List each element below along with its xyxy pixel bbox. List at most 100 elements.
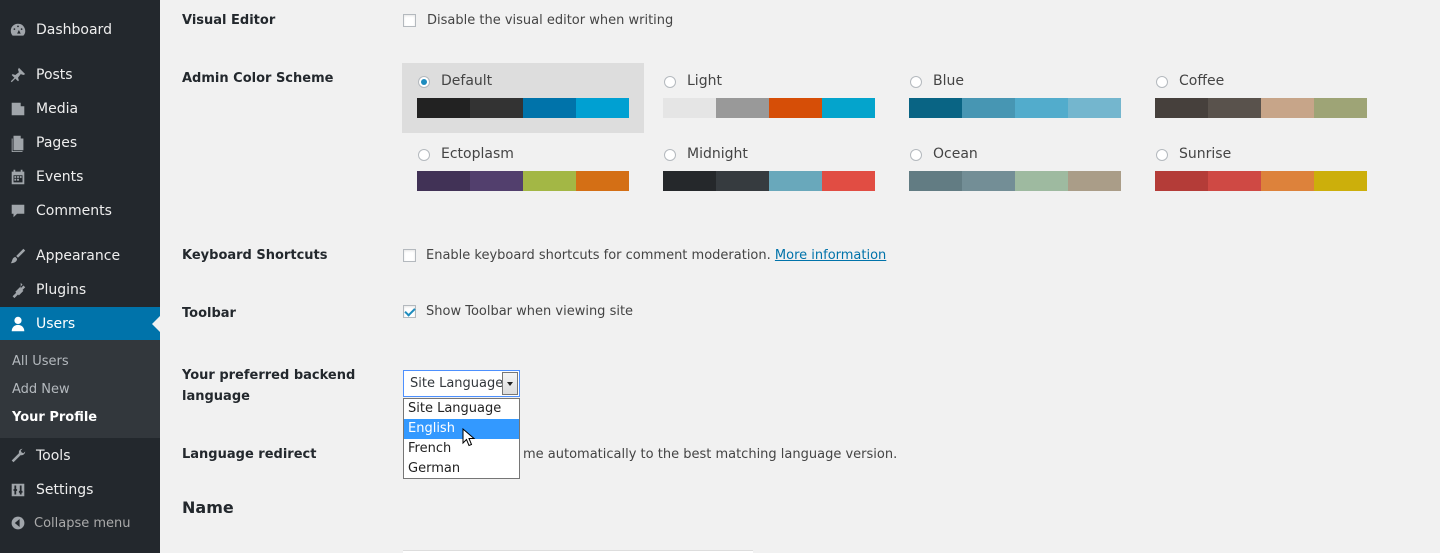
menu-label: Pages: [36, 135, 78, 151]
color-scheme-blue[interactable]: Blue: [894, 63, 1136, 133]
color-swatches: [663, 98, 875, 118]
color-scheme-midnight[interactable]: Midnight: [648, 136, 890, 206]
color-swatch: [1015, 171, 1068, 191]
collapse-icon: [9, 514, 27, 532]
color-swatch: [523, 171, 576, 191]
toolbar-label: Toolbar: [182, 306, 236, 321]
menu-item-media[interactable]: Media: [0, 92, 160, 126]
color-swatches: [1155, 171, 1367, 191]
menu-item-settings[interactable]: Settings: [0, 473, 160, 507]
color-scheme-radio[interactable]: [418, 76, 430, 88]
color-scheme-ectoplasm[interactable]: Ectoplasm: [402, 136, 644, 206]
color-scheme-name: Ocean: [933, 146, 978, 162]
keyboard-shortcuts-checkbox[interactable]: [403, 249, 416, 262]
menu-label: Appearance: [36, 248, 121, 264]
color-swatches: [909, 98, 1121, 118]
color-scheme-light[interactable]: Light: [648, 63, 890, 133]
color-swatch: [909, 98, 962, 118]
submenu-add-new[interactable]: Add New: [12, 382, 70, 397]
toolbar-checkbox[interactable]: [403, 305, 416, 318]
menu-item-events[interactable]: Events: [0, 160, 160, 194]
color-scheme-name: Ectoplasm: [441, 146, 514, 162]
menu-item-tools[interactable]: Tools: [0, 439, 160, 473]
menu-item-dashboard[interactable]: Dashboard: [0, 13, 160, 47]
more-information-link[interactable]: More information: [775, 248, 886, 263]
language-redirect-label: Language redirect: [182, 447, 317, 462]
color-swatch: [1314, 171, 1367, 191]
color-swatch: [576, 171, 629, 191]
color-swatch: [417, 171, 470, 191]
color-swatch: [663, 98, 716, 118]
color-swatch: [962, 98, 1015, 118]
color-swatch: [1261, 98, 1314, 118]
color-scheme-coffee[interactable]: Coffee: [1140, 63, 1382, 133]
color-swatch: [769, 171, 822, 191]
color-scheme-ocean[interactable]: Ocean: [894, 136, 1136, 206]
color-scheme-label: Admin Color Scheme: [182, 71, 334, 86]
color-swatch: [1314, 98, 1367, 118]
name-section-title: Name: [182, 498, 234, 517]
submenu-your-profile[interactable]: Your Profile: [12, 410, 97, 425]
color-scheme-default[interactable]: Default: [402, 63, 644, 133]
color-swatches: [417, 98, 629, 118]
submenu-all-users[interactable]: All Users: [12, 354, 69, 369]
menu-item-pages[interactable]: Pages: [0, 126, 160, 160]
color-swatch: [470, 171, 523, 191]
backend-language-label-2: language: [182, 389, 250, 404]
menu-label: Plugins: [36, 282, 87, 298]
color-swatches: [1155, 98, 1367, 118]
color-swatch: [470, 98, 523, 118]
color-swatch: [716, 171, 769, 191]
color-scheme-name: Blue: [933, 73, 964, 89]
dropdown-arrow-icon[interactable]: [502, 372, 518, 395]
menu-item-users[interactable]: Users: [0, 307, 160, 341]
color-scheme-radio[interactable]: [910, 76, 922, 88]
color-swatches: [663, 171, 875, 191]
pin-icon: [8, 65, 28, 85]
language-option-site-language[interactable]: Site Language: [404, 399, 519, 419]
menu-label: Settings: [36, 482, 94, 498]
menu-label: Comments: [36, 203, 112, 219]
color-scheme-name: Midnight: [687, 146, 748, 162]
toolbar-text: Show Toolbar when viewing site: [426, 304, 634, 319]
collapse-menu-button[interactable]: Collapse menu: [0, 511, 160, 535]
color-scheme-radio[interactable]: [1156, 76, 1168, 88]
settings-icon: [8, 480, 28, 500]
menu-item-comments[interactable]: Comments: [0, 194, 160, 228]
color-scheme-name: Default: [441, 73, 493, 89]
color-scheme-radio[interactable]: [664, 149, 676, 161]
language-option-german[interactable]: German: [404, 459, 519, 479]
color-swatches: [417, 171, 629, 191]
color-scheme-radio[interactable]: [1156, 149, 1168, 161]
color-swatch: [576, 98, 629, 118]
color-swatch: [663, 171, 716, 191]
menu-item-appearance[interactable]: Appearance: [0, 239, 160, 273]
color-scheme-sunrise[interactable]: Sunrise: [1140, 136, 1382, 206]
menu-label: Tools: [36, 448, 71, 464]
menu-item-plugins[interactable]: Plugins: [0, 273, 160, 307]
color-scheme-radio[interactable]: [910, 149, 922, 161]
color-swatch: [962, 171, 1015, 191]
pages-icon: [8, 133, 28, 153]
menu-item-posts[interactable]: Posts: [0, 58, 160, 92]
users-submenu: All Users Add New Your Profile: [0, 340, 160, 438]
color-scheme-radio[interactable]: [418, 149, 430, 161]
media-icon: [8, 99, 28, 119]
color-scheme-name: Sunrise: [1179, 146, 1232, 162]
plug-icon: [8, 280, 28, 300]
color-swatches: [909, 171, 1121, 191]
select-value: Site Language: [410, 376, 504, 391]
backend-language-label: Your preferred backend: [182, 368, 356, 383]
wrench-icon: [8, 446, 28, 466]
color-swatch: [1155, 98, 1208, 118]
color-swatch: [1261, 171, 1314, 191]
calendar-icon: [8, 167, 28, 187]
color-swatch: [1068, 98, 1121, 118]
admin-sidebar: Dashboard Posts Media Pages Events Comme…: [0, 0, 160, 553]
color-scheme-radio[interactable]: [664, 76, 676, 88]
color-swatch: [1068, 171, 1121, 191]
collapse-label: Collapse menu: [34, 515, 131, 531]
keyboard-shortcuts-text: Enable keyboard shortcuts for comment mo…: [426, 247, 886, 265]
backend-language-select[interactable]: Site Language: [403, 370, 520, 397]
visual-editor-checkbox[interactable]: [403, 14, 416, 27]
